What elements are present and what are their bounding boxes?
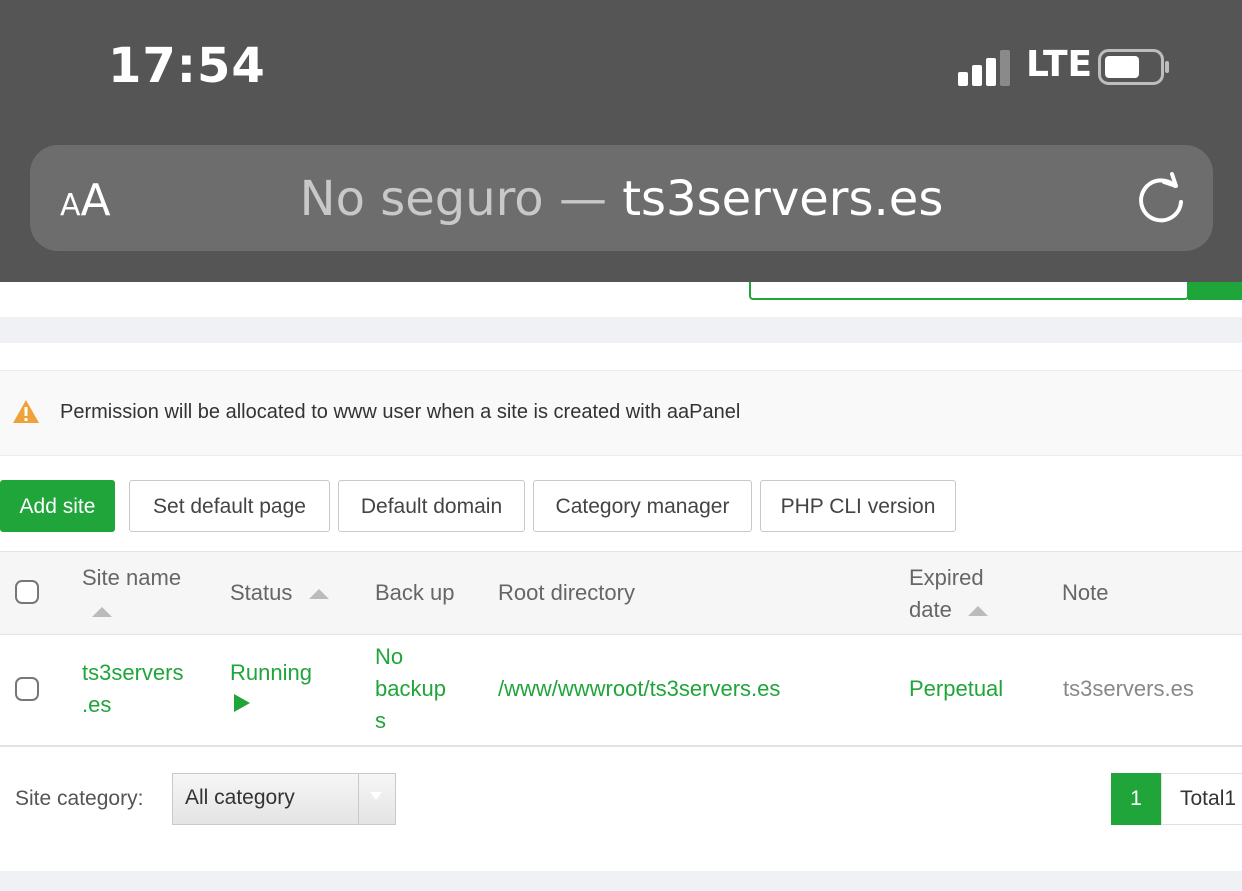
site-manager-panel: Permission will be allocated to www user… [0, 343, 1242, 871]
pagination-current-page[interactable]: 1 [1111, 773, 1161, 825]
site-category-select[interactable]: All category [172, 773, 396, 825]
column-backup: Back up [375, 580, 455, 605]
table-row: ts3servers .es Running No backup s /www/… [0, 635, 1242, 747]
note-field[interactable]: ts3servers.es [1063, 673, 1194, 705]
category-manager-button[interactable]: Category manager [533, 480, 752, 532]
add-site-button[interactable]: Add site [0, 480, 115, 532]
site-category-label: Site category: [15, 787, 144, 810]
sort-up-icon[interactable] [92, 607, 112, 617]
browser-chrome: 17:54 LTE AA No seguro — ts3servers.es [0, 0, 1242, 282]
status-label: Running [230, 660, 312, 685]
expired-date-link[interactable]: Perpetual [909, 673, 1003, 705]
php-cli-version-button[interactable]: PHP CLI version [760, 480, 956, 532]
reload-icon[interactable] [1135, 171, 1187, 225]
url-display[interactable]: No seguro — ts3servers.es [30, 171, 1213, 227]
cellular-signal-icon [958, 50, 1010, 86]
sort-up-icon[interactable] [308, 589, 329, 600]
address-bar[interactable]: AA No seguro — ts3servers.es [30, 145, 1213, 251]
network-type: LTE [1026, 44, 1093, 85]
column-expired-date[interactable]: Expired date [909, 562, 988, 626]
battery-icon [1098, 49, 1169, 85]
pagination-total: Total1 [1161, 773, 1242, 825]
status-toggle[interactable]: Running [230, 657, 312, 721]
backup-link[interactable]: No backup s [375, 641, 446, 737]
page-header-strip [0, 282, 1242, 317]
status-time: 17:54 [108, 38, 266, 94]
site-name-link[interactable]: ts3servers .es [82, 657, 183, 721]
root-directory-link[interactable]: /www/wwwroot/ts3servers.es [498, 673, 780, 705]
chevron-down-icon[interactable] [358, 774, 395, 824]
column-status[interactable]: Status [230, 577, 329, 609]
default-domain-button[interactable]: Default domain [338, 480, 525, 532]
column-root-directory: Root directory [498, 580, 635, 605]
notice-text: Permission will be allocated to www user… [60, 401, 741, 423]
set-default-page-button[interactable]: Set default page [129, 480, 330, 532]
table-header: Site name Status Back up Root directory … [0, 551, 1242, 636]
column-site-name[interactable]: Site name [82, 562, 181, 626]
search-input[interactable] [749, 282, 1189, 300]
select-all-checkbox[interactable] [15, 580, 39, 604]
play-icon [234, 694, 250, 712]
permission-notice: Permission will be allocated to www user… [0, 370, 1242, 456]
security-label: No seguro [299, 171, 544, 227]
search-button[interactable] [1188, 282, 1242, 300]
column-note: Note [1062, 580, 1109, 605]
warning-icon [13, 400, 39, 423]
url-domain: ts3servers.es [622, 171, 944, 227]
sort-up-icon[interactable] [967, 606, 988, 617]
row-checkbox[interactable] [15, 677, 39, 701]
table-footer: Site category: All category 1 Total1 [0, 773, 1242, 827]
